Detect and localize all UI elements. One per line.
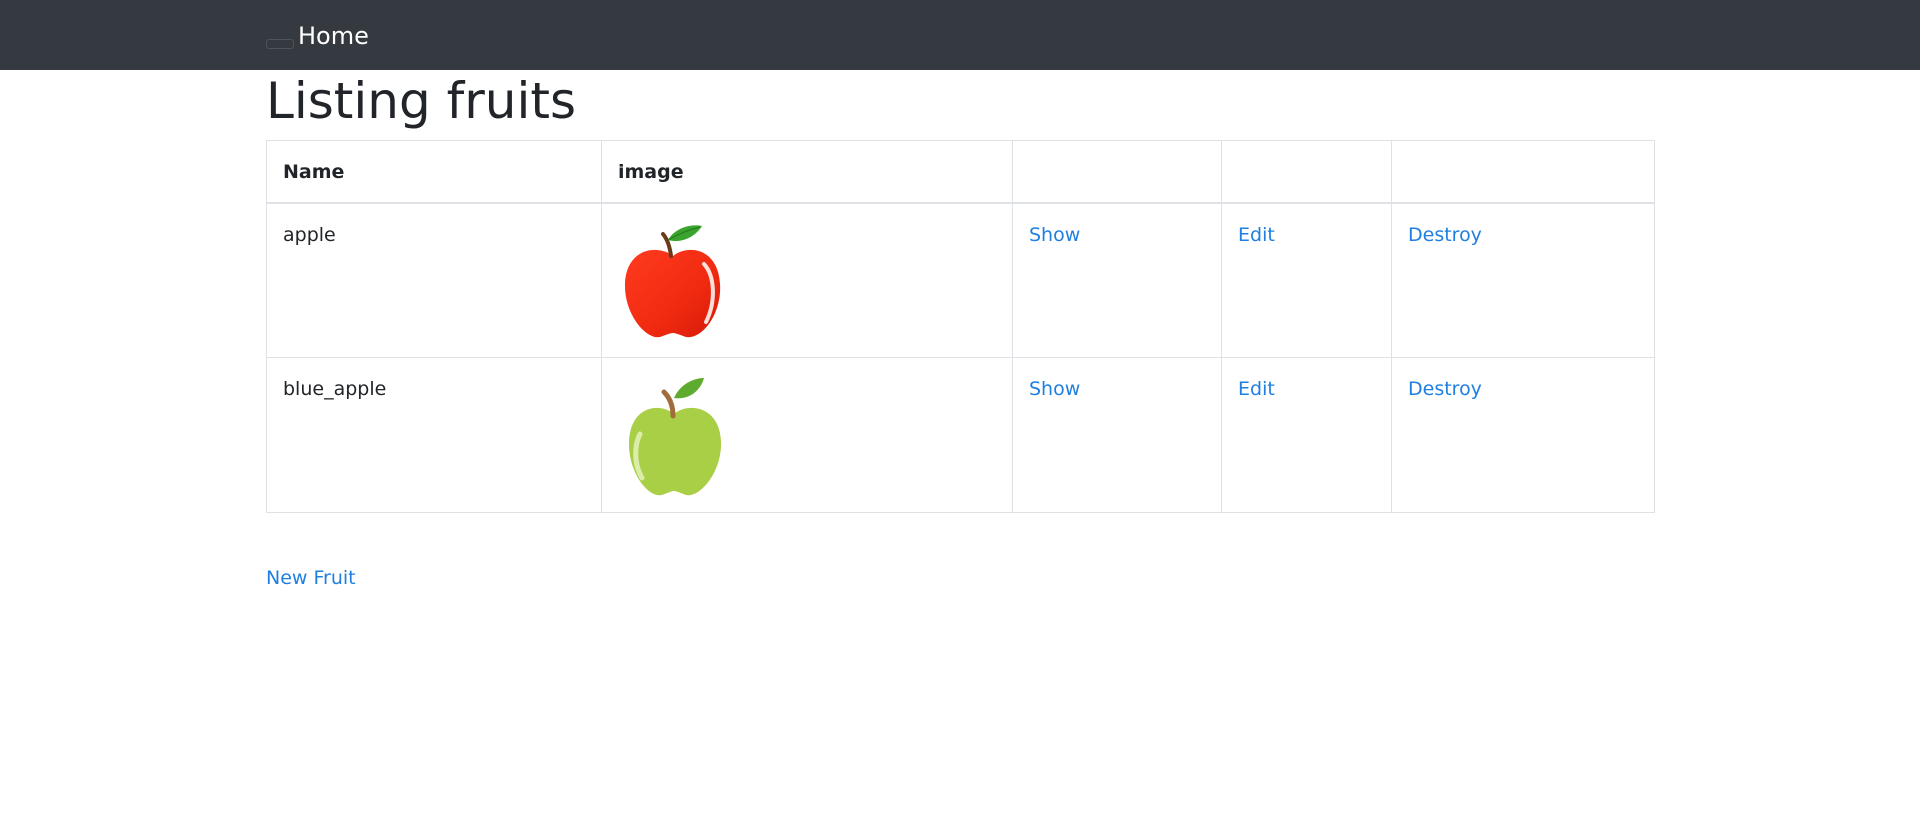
show-cell: Show	[1012, 202, 1222, 358]
column-header-destroy	[1391, 140, 1655, 204]
navbar-toggler-button[interactable]	[266, 39, 294, 49]
destroy-link[interactable]: Destroy	[1408, 224, 1482, 246]
destroy-link[interactable]: Destroy	[1408, 378, 1482, 400]
fruit-image-cell	[601, 202, 1013, 358]
fruit-name-cell: blue_apple	[266, 357, 602, 513]
main-content: Listing fruits Name image apple Show Edi…	[266, 70, 1655, 589]
table-header-row: Name image	[266, 140, 1655, 204]
table-row: apple Show Edit Destroy	[266, 202, 1655, 358]
edit-link[interactable]: Edit	[1238, 378, 1275, 400]
edit-cell: Edit	[1221, 357, 1392, 513]
home-link[interactable]: Home	[298, 20, 369, 52]
green-apple-icon	[628, 378, 722, 496]
show-link[interactable]: Show	[1029, 378, 1080, 400]
fruits-table: Name image apple Show Edit Destroy blue_…	[266, 140, 1655, 513]
show-link[interactable]: Show	[1029, 224, 1080, 246]
destroy-cell: Destroy	[1391, 357, 1655, 513]
column-header-name: Name	[266, 140, 602, 204]
fruit-image-cell	[601, 357, 1013, 513]
page-title: Listing fruits	[266, 72, 577, 130]
column-header-edit	[1221, 140, 1392, 204]
destroy-cell: Destroy	[1391, 202, 1655, 358]
column-header-show	[1012, 140, 1222, 204]
table-row: blue_apple Show Edit Destroy	[266, 357, 1655, 513]
fruit-name-cell: apple	[266, 202, 602, 358]
top-navbar: Home	[0, 0, 1920, 70]
new-fruit-link[interactable]: New Fruit	[266, 567, 356, 589]
red-apple-icon	[624, 224, 721, 337]
edit-link[interactable]: Edit	[1238, 224, 1275, 246]
edit-cell: Edit	[1221, 202, 1392, 358]
show-cell: Show	[1012, 357, 1222, 513]
column-header-image: image	[601, 140, 1013, 204]
